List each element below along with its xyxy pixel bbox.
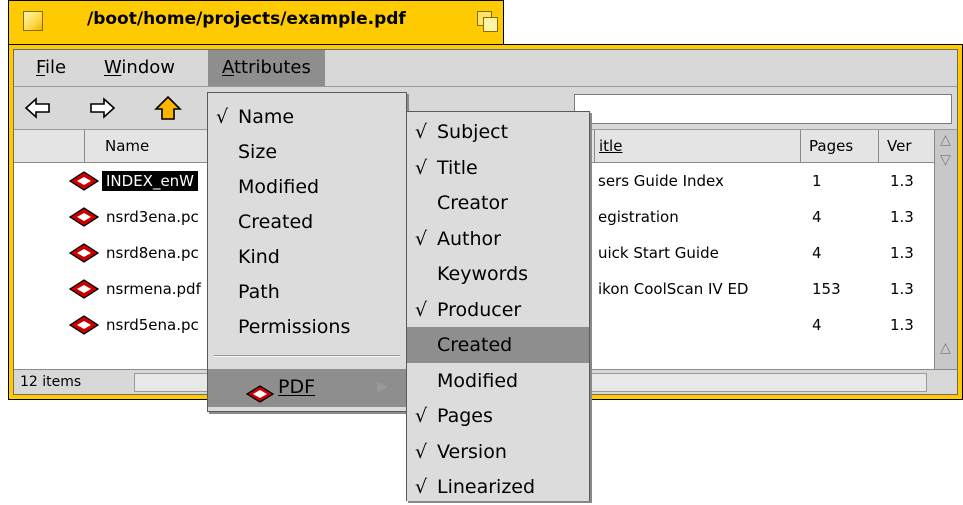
menu-item-label: Author xyxy=(437,227,501,250)
file-title: ikon CoolScan IV ED xyxy=(598,280,749,298)
menu-item-label: Modified xyxy=(437,369,519,392)
pdf-file-icon xyxy=(68,279,100,299)
checkmark: √ xyxy=(415,156,428,179)
menu-item-label: Created xyxy=(437,334,513,356)
file-pages: 153 xyxy=(812,280,841,298)
file-pages: 1 xyxy=(812,172,822,190)
pdf-menu-item-pages[interactable]: √ Pages xyxy=(407,398,589,434)
window-tab[interactable]: /boot/home/projects/example.pdf xyxy=(8,0,504,44)
submenu-arrow-icon: ▶ xyxy=(377,379,388,395)
pdf-file-icon xyxy=(68,207,100,227)
pdf-menu-item-created[interactable]: Created xyxy=(407,327,589,363)
pdf-menu-item-keywords[interactable]: Keywords xyxy=(407,256,589,292)
menu-item-name[interactable]: √ Name xyxy=(208,99,406,135)
file-name[interactable]: nsrmena.pdf xyxy=(102,279,205,299)
menu-item-label: Created xyxy=(238,211,314,233)
file-title: uick Start Guide xyxy=(598,244,719,262)
pdf-file-icon xyxy=(68,315,100,335)
file-title xyxy=(598,307,798,343)
menu-item-label: Pages xyxy=(437,405,493,427)
pdf-menu-item-modified[interactable]: Modified xyxy=(407,363,589,399)
checkmark: √ xyxy=(216,106,229,128)
menu-item-label: Permissions xyxy=(238,316,351,338)
checkmark: √ xyxy=(415,121,428,143)
zoom-box-icon[interactable] xyxy=(477,11,498,32)
file-pages: 4 xyxy=(812,208,822,226)
menu-item-label: Size xyxy=(238,141,278,163)
file-version: 1.3 xyxy=(890,280,914,298)
pdf-file-icon xyxy=(68,243,100,263)
file-version: 1.3 xyxy=(890,316,914,334)
attributes-menu: √ Name Size Modified Created Kind Path Permissi… xyxy=(207,92,407,412)
home-up-icon[interactable] xyxy=(154,95,182,121)
file-name[interactable]: INDEX_enW xyxy=(102,171,199,191)
menu-item-size[interactable]: Size xyxy=(208,134,406,170)
menu-item-pdf[interactable]: PDF ▶ xyxy=(208,369,406,407)
close-box-icon[interactable] xyxy=(23,11,43,31)
menu-item-created[interactable]: Created xyxy=(208,204,406,240)
scroll-down-icon[interactable]: ▽ xyxy=(937,152,954,169)
window-title: /boot/home/projects/example.pdf xyxy=(87,9,406,29)
menu-item-label: Producer xyxy=(437,298,522,321)
scroll-up-icon[interactable]: △ xyxy=(937,132,954,149)
menu-item-label: Title xyxy=(437,156,478,179)
menu-item-label: Path xyxy=(238,281,280,303)
pdf-menu-item-producer[interactable]: √ Producer xyxy=(407,292,589,328)
forward-arrow-icon[interactable] xyxy=(88,95,116,121)
menu-item-label: Kind xyxy=(238,246,280,268)
vertical-scrollbar[interactable]: △ ▽ △ xyxy=(934,130,957,370)
pdf-menu-item-subject[interactable]: √ Subject xyxy=(407,114,589,150)
pdf-menu-item-title[interactable]: √ Title xyxy=(407,150,589,186)
menu-item-label: Version xyxy=(437,440,507,463)
menu-item-label: Keywords xyxy=(437,263,529,285)
menu-item-label: Modified xyxy=(238,176,320,198)
menu-item-label: Subject xyxy=(437,121,509,143)
pdf-submenu: √ Subject √ Title Creator √ Author Keywords √ Pro… xyxy=(406,111,590,501)
item-count: 12 items xyxy=(20,374,82,390)
pdf-menu-item-author[interactable]: √ Author xyxy=(407,221,589,257)
column-icon[interactable] xyxy=(14,130,84,162)
menu-item-kind[interactable]: Kind xyxy=(208,239,406,275)
column-title[interactable]: itle xyxy=(594,130,800,162)
file-name[interactable]: nsrd3ena.pc xyxy=(102,207,203,227)
menu-item-permissions[interactable]: Permissions xyxy=(208,309,406,345)
menu-item-path[interactable]: Path xyxy=(208,274,406,310)
back-arrow-icon[interactable] xyxy=(24,95,52,121)
menu-item-label: Creator xyxy=(437,192,508,214)
menu-separator xyxy=(214,355,400,357)
path-field[interactable] xyxy=(574,94,952,124)
file-title: sers Guide Index xyxy=(598,172,724,190)
file-name[interactable]: nsrd5ena.pc xyxy=(102,315,203,335)
menu-item-label: Name xyxy=(238,106,295,128)
pdf-file-icon xyxy=(245,379,275,415)
file-pages: 4 xyxy=(812,316,822,334)
pdf-menu-item-creator[interactable]: Creator xyxy=(407,185,589,221)
menu-file[interactable]: File xyxy=(22,50,80,86)
pdf-menu-item-version[interactable]: √ Version xyxy=(407,434,589,470)
checkmark: √ xyxy=(415,405,428,427)
column-name[interactable]: Name xyxy=(84,130,214,162)
file-title: egistration xyxy=(598,208,679,226)
scroll-up-icon[interactable]: △ xyxy=(937,340,954,357)
column-pages[interactable]: Pages xyxy=(800,130,878,162)
file-version: 1.3 xyxy=(890,172,914,190)
menu-attributes[interactable]: Attributes xyxy=(208,50,325,86)
file-version: 1.3 xyxy=(890,208,914,226)
pdf-submenu-label: PDF xyxy=(278,376,316,398)
file-version: 1.3 xyxy=(890,244,914,262)
pdf-file-icon xyxy=(68,171,100,191)
checkmark: √ xyxy=(415,227,428,250)
menu-item-modified[interactable]: Modified xyxy=(208,169,406,205)
checkmark: √ xyxy=(415,440,428,463)
menu-bar: File Window Attributes xyxy=(14,50,957,87)
checkmark: √ xyxy=(415,298,428,321)
menu-window[interactable]: Window xyxy=(90,50,189,86)
file-name[interactable]: nsrd8ena.pc xyxy=(102,243,203,263)
file-pages: 4 xyxy=(812,244,822,262)
